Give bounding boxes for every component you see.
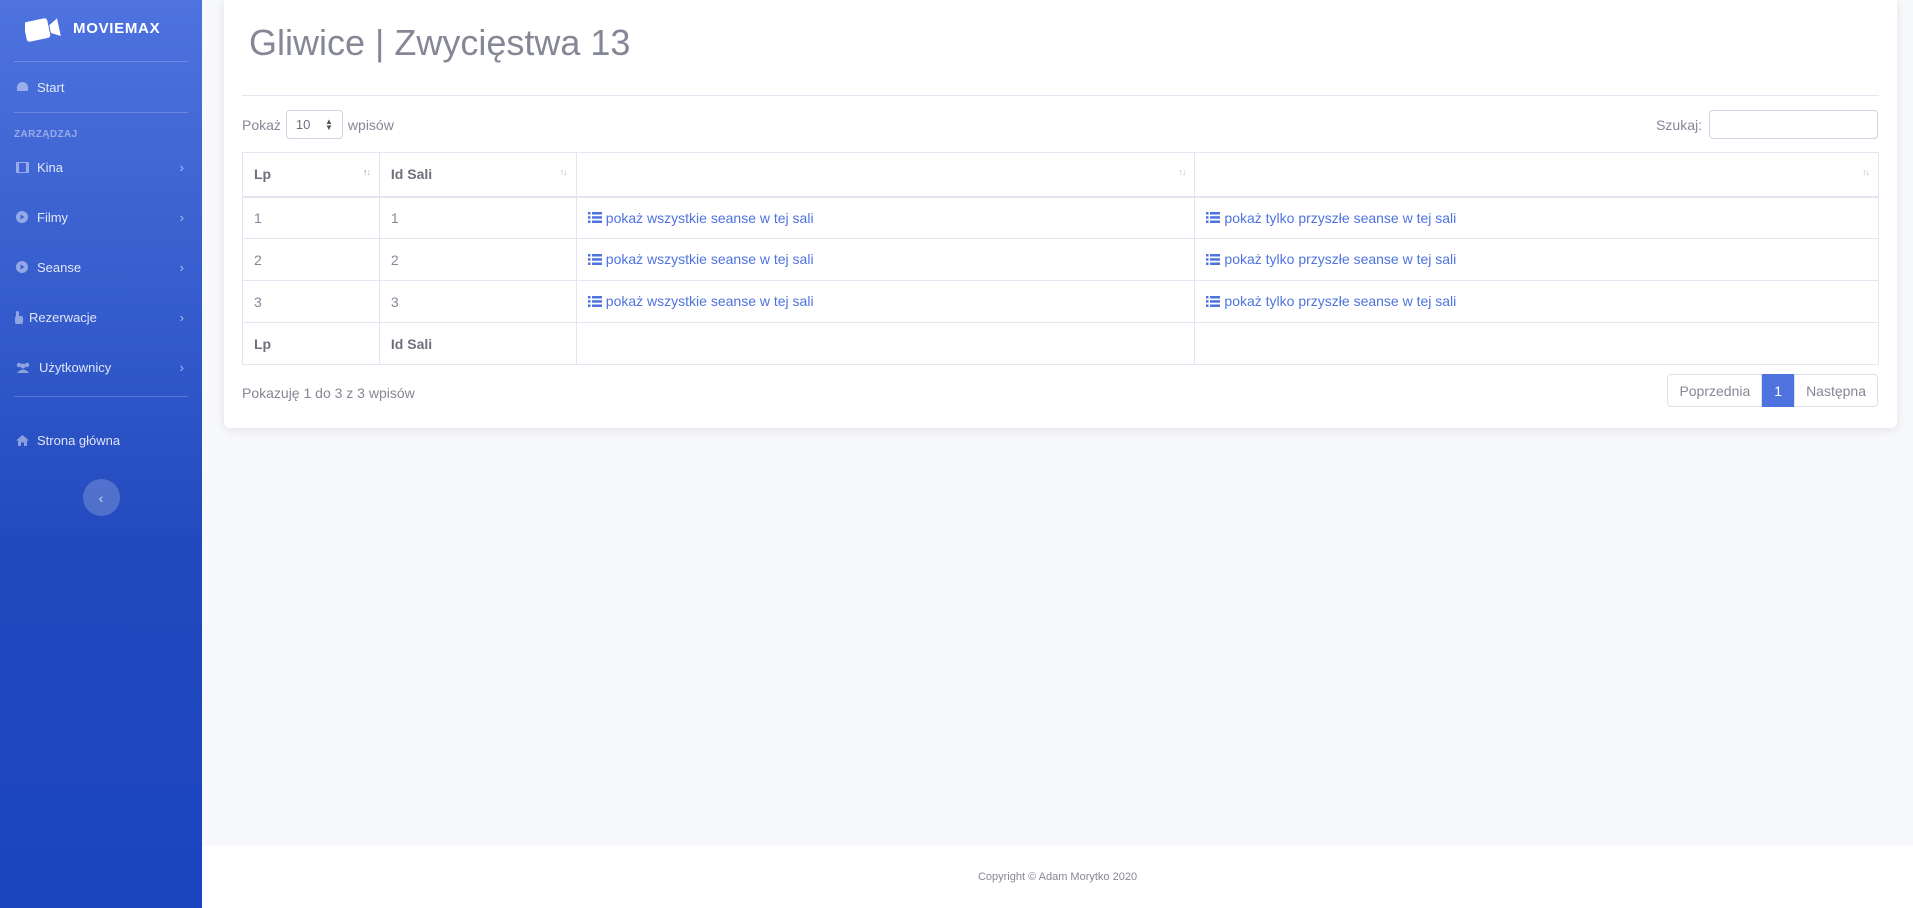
previous-page-button[interactable]: Poprzednia: [1667, 374, 1763, 407]
footer: Copyright © Adam Morytko 2020: [202, 846, 1913, 908]
cell-future-shows: pokaż tylko przyszłe seanse w tej sali: [1194, 238, 1879, 281]
table-info: Pokazuję 1 do 3 z 3 wpisów: [242, 385, 415, 401]
sort-icon: ↑↓: [362, 167, 371, 177]
sidebar-item-label: Kina: [37, 159, 64, 175]
sidebar-item-start[interactable]: Start: [0, 66, 202, 108]
list-icon: [587, 253, 602, 265]
cell-lp: 1: [242, 196, 380, 239]
chevron-right-icon: ›: [179, 259, 184, 275]
chevron-left-icon: ‹: [98, 489, 104, 506]
all-shows-link[interactable]: pokaż wszystkie seanse w tej sali: [587, 251, 814, 267]
future-shows-link[interactable]: pokaż tylko przyszłe seanse w tej sali: [1206, 251, 1456, 267]
column-header-lp[interactable]: Lp ↑↓: [242, 152, 380, 198]
brand[interactable]: MOVIEMAX: [0, 0, 202, 57]
sidebar-heading: ZARZĄDZAJ: [14, 129, 78, 140]
copyright-text: Copyright © Adam Morytko 2020: [977, 871, 1138, 883]
column-header-id-sali[interactable]: Id Sali ↑↓: [378, 152, 577, 198]
cell-all-shows: pokaż wszystkie seanse w tej sali: [575, 238, 1196, 281]
table-footer-row: Lp Id Sali: [242, 322, 1879, 365]
cell-id-sali: 1: [378, 196, 577, 239]
footer-lp: Lp: [242, 322, 380, 365]
table-row: 1 1 pokaż wszystkie seanse w tej sali po…: [242, 196, 1879, 239]
list-icon: [587, 295, 602, 307]
page-length-select[interactable]: 10 ▲ ▼: [285, 110, 343, 139]
brand-name: MOVIEMAX: [73, 20, 161, 37]
sidebar-item-label: Start: [37, 79, 65, 95]
sidebar-divider: [14, 396, 188, 397]
future-shows-link[interactable]: pokaż tylko przyszłe seanse w tej sali: [1206, 293, 1456, 309]
sidebar-item-label: Filmy: [37, 209, 69, 225]
all-shows-link[interactable]: pokaż wszystkie seanse w tej sali: [587, 293, 814, 309]
table-row: 2 2 pokaż wszystkie seanse w tej sali po…: [242, 238, 1879, 281]
sidebar-item-rezerwacje[interactable]: Rezerwacje ›: [0, 292, 202, 342]
list-icon: [1206, 253, 1221, 265]
footer-id-sali: Id Sali: [378, 322, 577, 365]
table-header-row: Lp ↑↓ Id Sali ↑↓ ↑↓ ↑↓: [242, 152, 1879, 198]
sidebar-item-label: Strona główna: [37, 432, 121, 448]
rooms-table: Lp ↑↓ Id Sali ↑↓ ↑↓ ↑↓ 1 1 pokaż wszystkie…: [242, 152, 1879, 365]
hand-pointer-icon: [13, 310, 23, 324]
list-icon: [1206, 295, 1221, 307]
sort-icon: ↑↓: [1862, 167, 1870, 177]
cell-id-sali: 2: [378, 238, 577, 281]
page-length-control: Pokaż 10 ▲ ▼ wpisów: [242, 110, 394, 139]
sort-icon: ↑↓: [1178, 167, 1186, 177]
sidebar-item-seanse[interactable]: Seanse ›: [0, 242, 202, 292]
sidebar: MOVIEMAX Start ZARZĄDZAJ Kina › Filmy › …: [0, 0, 202, 908]
cell-future-shows: pokaż tylko przyszłe seanse w tej sali: [1194, 196, 1879, 239]
footer-future-shows: [1194, 322, 1879, 365]
list-icon: [1206, 212, 1221, 223]
video-camera-icon: [23, 16, 61, 42]
sidebar-item-home[interactable]: Strona główna: [0, 401, 202, 479]
cell-future-shows: pokaż tylko przyszłe seanse w tej sali: [1194, 280, 1879, 323]
search-label: Szukaj:: [1656, 116, 1702, 133]
list-icon: [587, 212, 602, 223]
cell-lp: 3: [242, 280, 380, 323]
sort-icon: ↑↓: [559, 167, 568, 177]
sidebar-divider: [14, 61, 188, 62]
sidebar-item-label: Rezerwacje: [29, 309, 97, 325]
all-shows-link[interactable]: pokaż wszystkie seanse w tej sali: [587, 210, 814, 226]
select-arrows-icon: ▲ ▼: [325, 116, 333, 132]
home-icon: [15, 433, 29, 447]
cell-id-sali: 3: [378, 280, 577, 323]
play-circle-icon: [15, 210, 29, 224]
sidebar-toggle-button[interactable]: ‹: [82, 479, 120, 516]
cell-all-shows: pokaż wszystkie seanse w tej sali: [575, 280, 1196, 323]
play-circle-icon: [15, 260, 29, 274]
sidebar-item-kina[interactable]: Kina ›: [0, 142, 202, 192]
future-shows-link[interactable]: pokaż tylko przyszłe seanse w tej sali: [1206, 210, 1456, 226]
title-divider: [242, 95, 1879, 96]
cell-all-shows: pokaż wszystkie seanse w tej sali: [575, 196, 1196, 239]
page-length-value: 10: [295, 117, 311, 132]
sidebar-item-filmy[interactable]: Filmy ›: [0, 192, 202, 242]
sidebar-item-label: Seanse: [37, 259, 82, 275]
show-prefix-label: Pokaż: [242, 116, 281, 133]
chevron-right-icon: ›: [179, 159, 184, 175]
page-title: Gliwice | Zwycięstwa 13: [249, 22, 631, 63]
chevron-right-icon: ›: [179, 309, 184, 325]
next-page-button[interactable]: Następna: [1794, 374, 1878, 407]
sidebar-item-uzytkownicy[interactable]: Użytkownicy ›: [0, 342, 202, 392]
search-input[interactable]: [1709, 110, 1878, 139]
column-header-all-shows[interactable]: ↑↓: [575, 152, 1196, 198]
tachometer-icon: [15, 80, 29, 94]
sidebar-item-label: Użytkownicy: [39, 359, 112, 375]
page-1-button[interactable]: 1: [1762, 374, 1795, 407]
users-icon: [15, 360, 31, 374]
search-control: Szukaj:: [1656, 110, 1878, 139]
content-card: Gliwice | Zwycięstwa 13 Pokaż 10 ▲ ▼ wpis…: [224, 0, 1897, 428]
show-suffix-label: wpisów: [347, 116, 394, 133]
sidebar-divider: [14, 112, 188, 113]
film-icon: [15, 160, 29, 174]
chevron-right-icon: ›: [179, 209, 184, 225]
cell-lp: 2: [242, 238, 380, 281]
column-header-future-shows[interactable]: ↑↓: [1194, 152, 1879, 198]
table-row: 3 3 pokaż wszystkie seanse w tej sali po…: [242, 280, 1879, 323]
footer-all-shows: [575, 322, 1196, 365]
pagination: Poprzednia 1 Następna: [1667, 374, 1878, 407]
chevron-right-icon: ›: [179, 359, 184, 375]
